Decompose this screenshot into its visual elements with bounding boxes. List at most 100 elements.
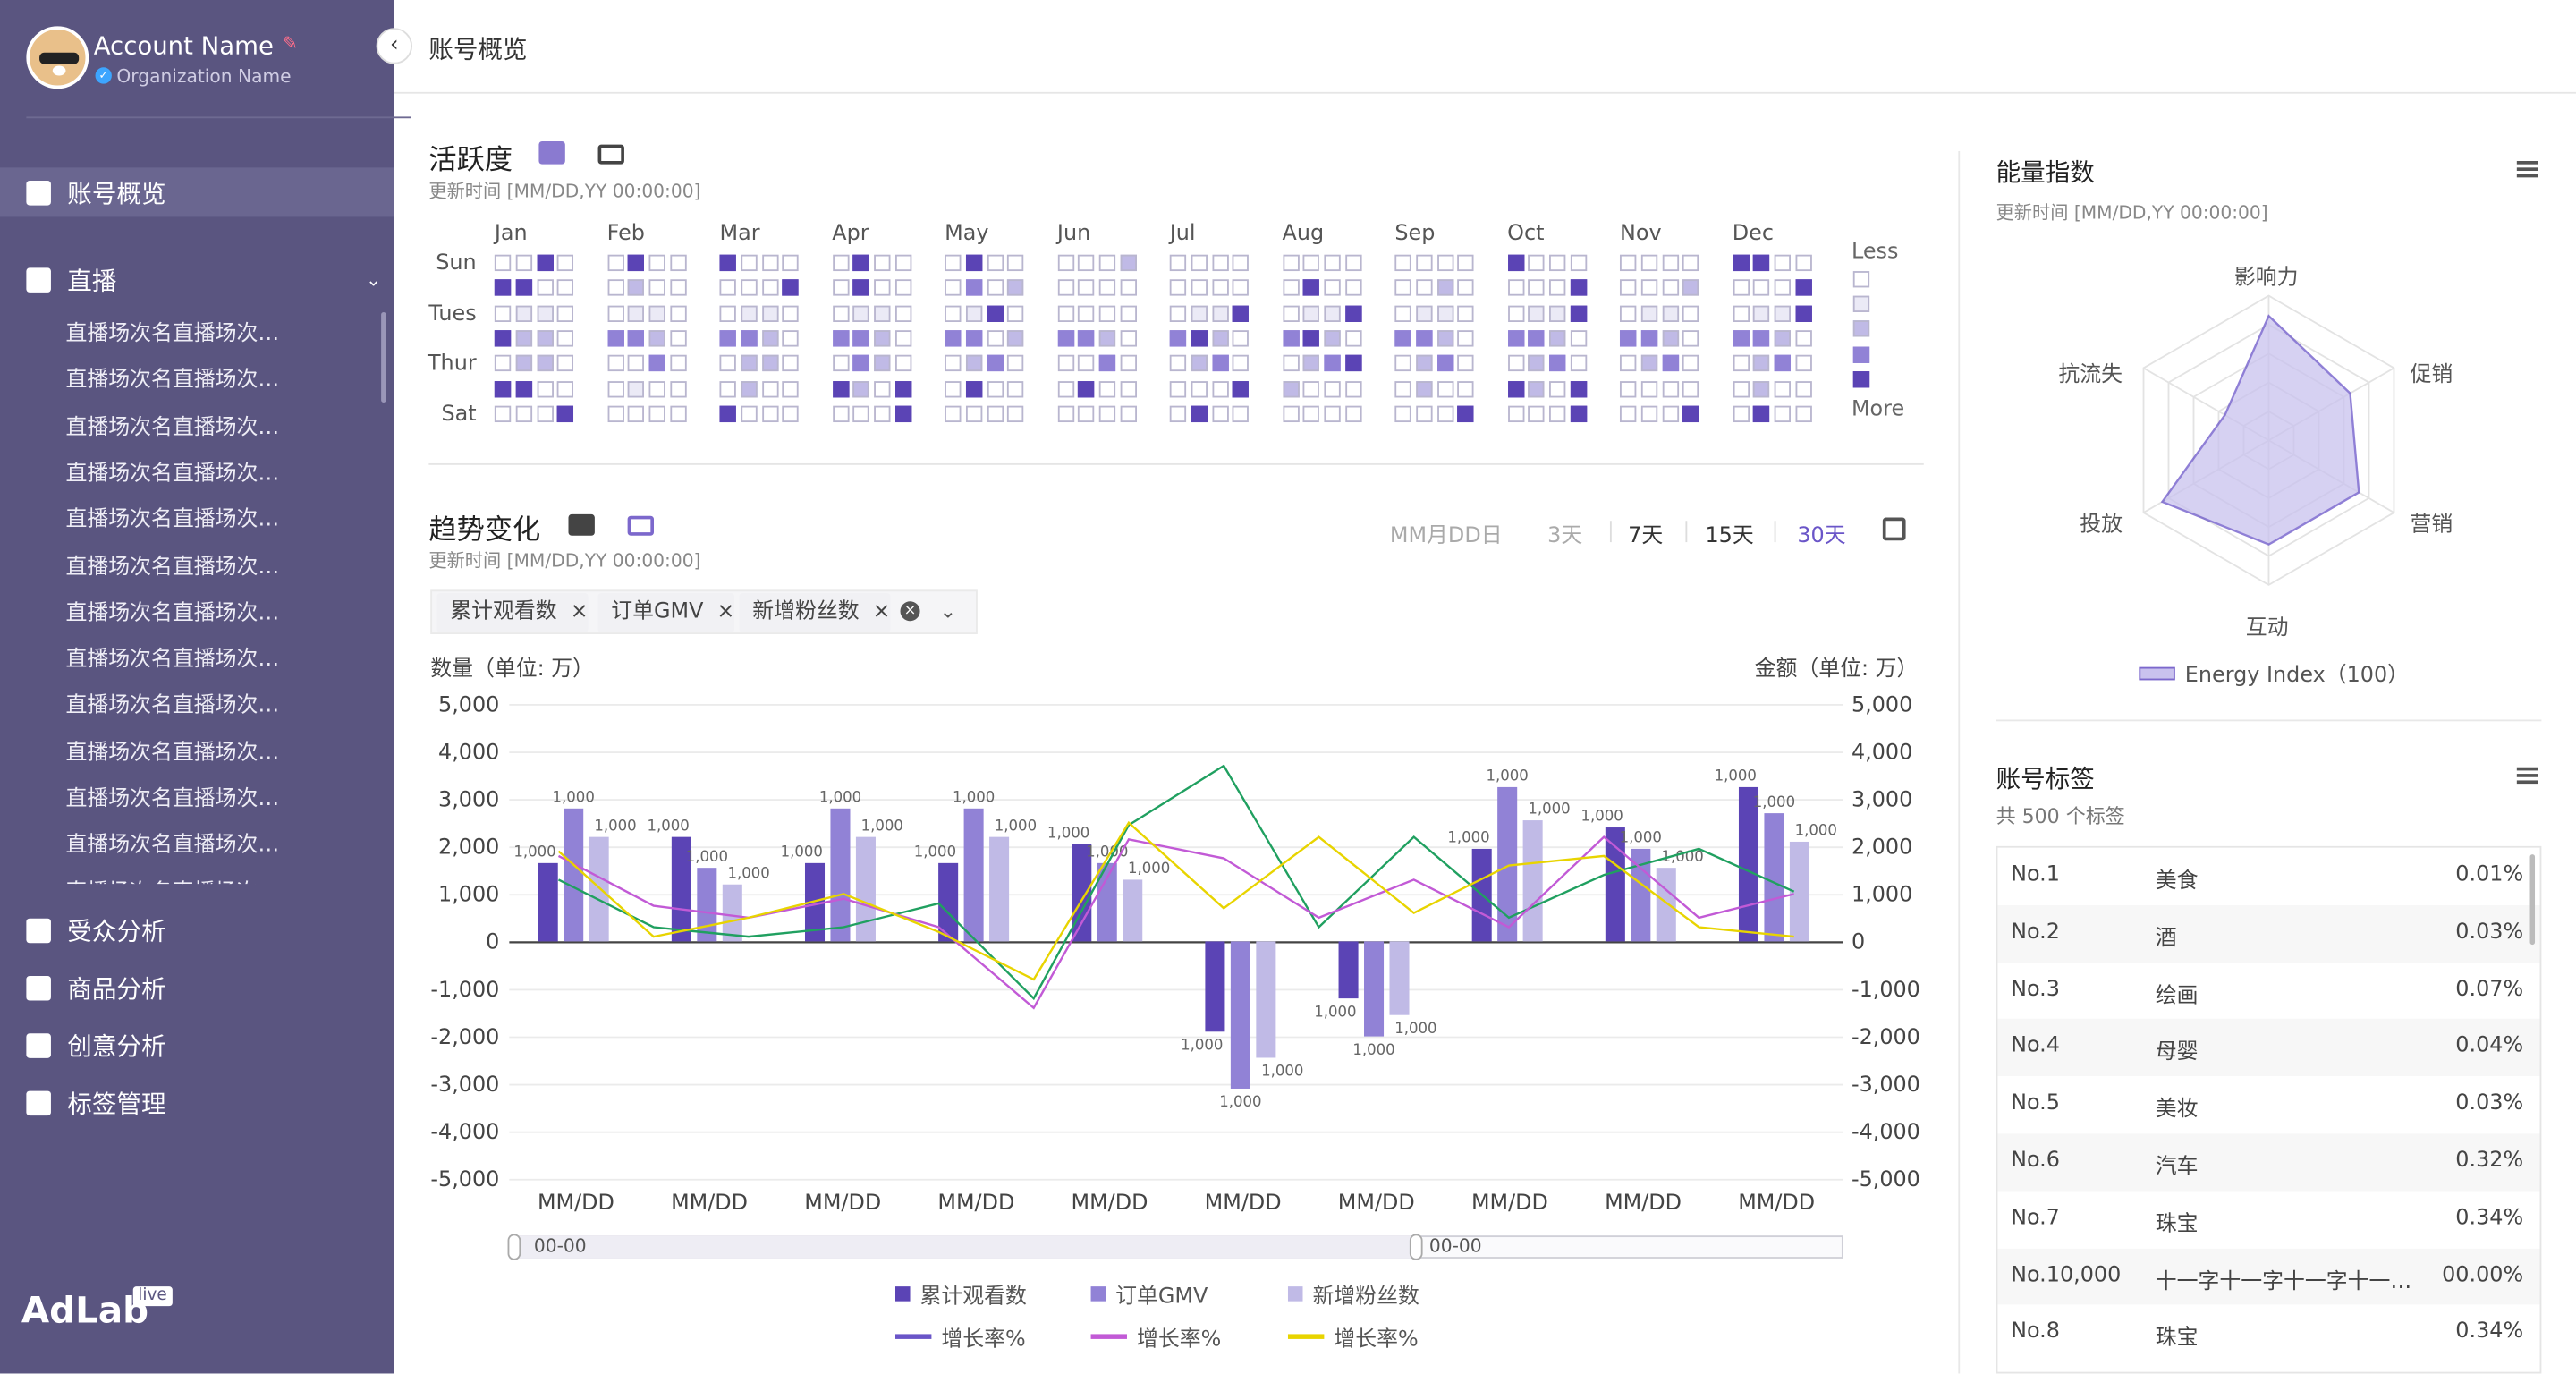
bar[interactable] (697, 868, 717, 942)
legend-label: 订单GMV (1115, 1285, 1208, 1310)
tag-percentage: 0.34% (2455, 1319, 2524, 1345)
table-row[interactable]: No.1 美食 0.01% (1997, 847, 2540, 906)
bar-data-label: 1,000 (513, 843, 555, 860)
y-tick-label-left: 0 (486, 929, 499, 954)
tag-name: 汽车 (2155, 1155, 2199, 1180)
tag-rank: No.7 (2011, 1205, 2060, 1231)
x-tick-label: MM/DD (671, 1190, 748, 1215)
zoom-range[interactable] (509, 1235, 1413, 1259)
bar-data-label: 1,000 (1715, 768, 1757, 785)
bar[interactable] (989, 836, 1010, 942)
x-tick-label: MM/DD (1072, 1190, 1148, 1215)
legend-item[interactable]: 新增粉丝数 (1287, 1278, 1419, 1310)
bar-data-label: 1,000 (648, 817, 690, 834)
tag-rank: No.3 (2011, 977, 2060, 1002)
bar-data-label: 1,000 (861, 817, 903, 834)
tag-rank: No.2 (2011, 920, 2060, 945)
bar[interactable] (564, 808, 584, 942)
bar-data-label: 1,000 (553, 788, 595, 805)
bar[interactable] (538, 862, 558, 942)
radar-axis-label: 营销 (2410, 513, 2453, 538)
legend-label: 累计观看数 (919, 1285, 1027, 1310)
bar[interactable] (1256, 941, 1276, 1058)
energy-updated-time: 更新时间 [MM/DD,YY 00:00:00] (1996, 201, 2268, 224)
zoom-handle-start[interactable] (507, 1234, 521, 1260)
trend-chart: 5,000 5,000 4,000 4,000 3,000 3,000 2,000 2,000… (430, 691, 1920, 1259)
bar-data-label: 1,000 (1581, 808, 1623, 825)
legend-item[interactable]: 累计观看数 (895, 1278, 1027, 1310)
bar[interactable] (1656, 868, 1676, 942)
x-tick-label: MM/DD (1605, 1190, 1682, 1215)
y-tick-label-left: -2,000 (430, 1024, 499, 1049)
bar[interactable] (1364, 941, 1385, 1037)
x-tick-label: MM/DD (1338, 1190, 1415, 1215)
table-row[interactable]: No.8 珠宝 0.34% (1997, 1305, 2540, 1363)
radar-area[interactable] (2160, 314, 2360, 546)
table-row[interactable]: No.4 母婴 0.04% (1997, 1019, 2540, 1077)
table-row[interactable]: No.6 汽车 0.32% (1997, 1133, 2540, 1192)
bar[interactable] (1522, 820, 1543, 942)
bar[interactable] (1764, 813, 1784, 942)
radar-axis-label: 互动 (2245, 615, 2289, 641)
tag-rank: No.6 (2011, 1148, 2060, 1174)
bar[interactable] (1738, 786, 1759, 942)
y-tick-label-right: -5,000 (1852, 1166, 1920, 1192)
y-tick-label-left: 3,000 (438, 786, 499, 811)
y-tick-label-left: -3,000 (430, 1072, 499, 1097)
tags-title: 账号标签 (1996, 764, 2095, 794)
table-row[interactable]: No.2 酒 0.03% (1997, 904, 2540, 963)
bar-data-label: 1,000 (1261, 1063, 1303, 1080)
radar-axis-label: 投放 (2080, 513, 2123, 538)
y-tick-label-left: 5,000 (438, 691, 499, 717)
table-row[interactable]: No.3 绘画 0.07% (1997, 962, 2540, 1020)
legend-item[interactable]: 增长率% (895, 1321, 1026, 1353)
tag-name: 绘画 (2155, 983, 2199, 1008)
bar-data-label: 1,000 (1394, 1020, 1436, 1037)
bar[interactable] (1123, 879, 1143, 942)
table-row[interactable]: No.10,000 十一字十一字十一字十一字十一 00.00% (1997, 1248, 2540, 1306)
tag-name: 十一字十一字十一字十一字十一 (2155, 1269, 2419, 1294)
bar[interactable] (1338, 941, 1359, 999)
table-row[interactable]: No.5 美妆 0.03% (1997, 1076, 2540, 1134)
bar[interactable] (830, 808, 851, 942)
bar[interactable] (722, 884, 742, 942)
legend-item[interactable]: 增长率% (1090, 1321, 1221, 1353)
y-tick-label-left: 4,000 (438, 739, 499, 764)
panel-divider (1958, 150, 1961, 1374)
bar-data-label: 1,000 (1487, 768, 1529, 785)
tag-name: 珠宝 (2155, 1212, 2199, 1237)
menu-icon[interactable] (2516, 767, 2538, 785)
legend-item[interactable]: 订单GMV (1090, 1278, 1208, 1310)
bar-data-label: 1,000 (1352, 1041, 1394, 1058)
y-tick-label-left: 2,000 (438, 835, 499, 860)
legend-label: 增长率% (1334, 1327, 1419, 1353)
bar-data-label: 1,000 (1528, 801, 1570, 818)
legend-line-swatch (1287, 1334, 1325, 1339)
y-tick-label-right: -4,000 (1852, 1119, 1920, 1144)
tag-name: 母婴 (2155, 1040, 2199, 1065)
tag-name: 美妆 (2155, 1098, 2199, 1123)
bar[interactable] (855, 836, 876, 942)
bar[interactable] (1205, 941, 1225, 1032)
y-tick-label-right: 1,000 (1852, 882, 1912, 907)
bar[interactable] (1389, 941, 1410, 1015)
legend-swatch (895, 1286, 911, 1302)
zoom-start-label: 00-00 (533, 1235, 587, 1258)
legend-line-swatch (1090, 1334, 1127, 1339)
menu-icon[interactable] (2516, 160, 2538, 178)
bar[interactable] (1230, 941, 1250, 1089)
tag-name: 酒 (2155, 926, 2177, 952)
table-row[interactable]: No.7 珠宝 0.34% (1997, 1191, 2540, 1249)
tags-table: No.1 美食 0.01% No.2 酒 0.03% No.3 绘画 0.07% No.4 母婴 0.… (1996, 845, 2542, 1374)
tag-name: 美食 (2155, 869, 2199, 895)
y-tick-label-right: -3,000 (1852, 1072, 1920, 1097)
zoom-handle-end[interactable] (1409, 1234, 1423, 1260)
bar-data-label: 1,000 (1620, 829, 1662, 846)
bar[interactable] (589, 836, 609, 942)
bar[interactable] (1097, 862, 1117, 942)
tag-percentage: 0.01% (2455, 862, 2524, 887)
bar[interactable] (963, 808, 984, 942)
tags-scrollbar[interactable] (2529, 854, 2536, 946)
x-tick-label: MM/DD (1205, 1190, 1282, 1215)
legend-item[interactable]: 增长率% (1287, 1321, 1419, 1353)
